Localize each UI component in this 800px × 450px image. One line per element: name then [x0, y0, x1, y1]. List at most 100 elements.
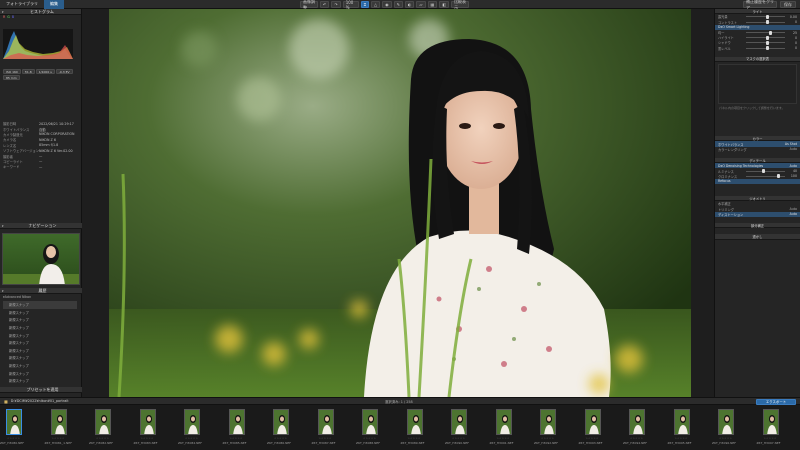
filmstrip-thumbnail[interactable]: ☆☆☆☆☆ Z6T_H3088.NEF: [356, 408, 400, 448]
filmstrip-toolbar: ■ D:¥DCIM¥2022¥nikon¥01_portrait 選択済み: 1…: [0, 397, 800, 405]
redeye-icon[interactable]: ◉: [382, 1, 392, 8]
preset-group[interactable]: ▾ Advanced Nikon: [0, 294, 82, 299]
luminance-slider[interactable]: [746, 169, 785, 174]
grid-icon[interactable]: ▦: [427, 1, 438, 8]
rating-stars[interactable]: ☆☆☆☆☆: [7, 437, 20, 440]
thumbnail-image: [362, 409, 378, 435]
filmstrip-thumbnail[interactable]: ☆☆☆☆☆ Z6T_H3082.NEF: [89, 408, 133, 448]
rating-stars[interactable]: ☆☆☆☆☆: [230, 437, 243, 440]
thumbnail-filename: Z6T_H3095.NEF: [667, 441, 692, 445]
thumbnail-filename: Z6T_H3088.NEF: [356, 441, 381, 445]
compare-button[interactable]: 比較表示: [451, 0, 470, 10]
distortion-row[interactable]: ディストーション Auto: [715, 211, 800, 217]
edit-mode-button[interactable]: 画像調整: [300, 0, 318, 10]
filmstrip-thumbnail[interactable]: ☆☆☆☆☆ Z6T_H3086.NEF: [267, 408, 311, 448]
filmstrip-thumbnail[interactable]: ☆☆☆☆☆ Z6T_H3094.NEF: [623, 408, 667, 448]
selection-count: 選択済み: 1 / 258: [385, 399, 413, 404]
perspective-icon[interactable]: ▱: [416, 1, 426, 8]
apply-preset-button[interactable]: プリセットを適用: [0, 387, 82, 393]
mask-selection-header[interactable]: マスクの選択表: [715, 56, 800, 63]
rating-stars[interactable]: ☆☆☆☆☆: [274, 437, 287, 440]
local-adjust-icon[interactable]: ◐: [404, 1, 415, 8]
mask-preview-area: [718, 64, 797, 105]
navigator-thumbnail[interactable]: [2, 233, 80, 285]
history-item[interactable]: 新規スナップ: [3, 354, 77, 362]
histogram-header[interactable]: ▾ ヒストグラム: [0, 9, 81, 15]
filmstrip-thumbnail[interactable]: ☆☆☆☆☆ Z6T_H3095.NEF: [668, 408, 712, 448]
rating-stars[interactable]: ☆☆☆☆☆: [141, 437, 154, 440]
thumbnail-image: [228, 409, 245, 435]
folder-icon[interactable]: ■: [4, 399, 8, 404]
history-item[interactable]: 新規スナップ: [3, 316, 77, 324]
zoom-select[interactable]: 100 %: [342, 0, 359, 10]
filmstrip-thumbnail[interactable]: ☆☆☆☆☆ Z6T_H3096.NEF: [712, 408, 756, 448]
tab-photo-library[interactable]: フォトライブラリ: [0, 0, 44, 9]
filmstrip-thumbnail[interactable]: ☆☆☆☆☆ Z6T_H3085.NEF: [223, 408, 267, 448]
tab-edit[interactable]: 編集: [44, 0, 64, 9]
history-item[interactable]: 新規スナップ: [3, 324, 77, 332]
crop-icon[interactable]: ⌗: [360, 1, 369, 8]
rating-stars[interactable]: ☆☆☆☆☆: [185, 437, 198, 440]
black-level-slider[interactable]: [746, 46, 785, 51]
filmstrip-thumbnail[interactable]: ☆☆☆☆☆ Z6T_H3087.NEF: [312, 408, 356, 448]
rgb-label-b: B: [11, 15, 15, 19]
color-rendering-row[interactable]: カラーレンダリング Auto: [715, 147, 800, 152]
shadow-slider[interactable]: [746, 40, 785, 45]
exposure-slider[interactable]: [746, 14, 785, 19]
filmstrip-thumbnail[interactable]: ☆☆☆☆☆ Z6T_H3093.NEF: [579, 408, 623, 448]
navigator-header[interactable]: ▾ ナビゲーション: [0, 223, 82, 229]
filmstrip-thumbnail[interactable]: ☆☆☆☆☆ Z6T_H3081_1.NEF: [45, 408, 89, 448]
focal-badge: 85 mm: [3, 75, 20, 80]
history-item[interactable]: 新規スナップ: [3, 309, 77, 317]
repair-icon[interactable]: ✎: [393, 1, 403, 8]
filmstrip-thumbnail[interactable]: ☆☆☆☆☆ Z6T_H3097.NEF: [757, 408, 800, 448]
export-button[interactable]: エクスポート: [756, 398, 796, 405]
history-list: 新規スナップ 新規スナップ 新規スナップ 新規スナップ 新規スナップ 新規スナッ…: [3, 301, 77, 385]
uniform-slider[interactable]: [746, 30, 785, 35]
highlight-slider[interactable]: [746, 35, 785, 40]
rating-stars[interactable]: ☆☆☆☆☆: [630, 437, 643, 440]
mask-icon[interactable]: ◧: [439, 1, 450, 8]
filmstrip-thumbnail[interactable]: ☆☆☆☆☆ Z6T_H3090.NEF: [445, 408, 489, 448]
filmstrip-thumbnail[interactable]: ☆☆☆☆☆ Z6T_H3080.NEF: [0, 408, 44, 448]
section-watermark-header[interactable]: 透かし: [715, 234, 800, 240]
rating-stars[interactable]: ☆☆☆☆☆: [408, 437, 421, 440]
straighten-icon[interactable]: △: [370, 1, 381, 8]
history-item[interactable]: 新規スナップ: [3, 377, 77, 385]
thumbnail-image: [540, 409, 556, 435]
filmstrip-thumbnail[interactable]: ☆☆☆☆☆ Z6T_H3089.NEF: [401, 408, 445, 448]
history-item[interactable]: 新規スナップ: [3, 369, 77, 377]
history-item[interactable]: 新規スナップ: [3, 339, 77, 347]
redo-icon[interactable]: ↷: [331, 1, 341, 8]
rating-stars[interactable]: ☆☆☆☆☆: [764, 437, 777, 440]
rating-stars[interactable]: ☆☆☆☆☆: [675, 437, 688, 440]
history-item[interactable]: 新規スナップ: [3, 331, 77, 339]
rating-stars[interactable]: ☆☆☆☆☆: [52, 437, 65, 440]
folder-path[interactable]: D:¥DCIM¥2022¥nikon¥01_portrait: [11, 399, 69, 403]
clear-history-button[interactable]: 補正履歴をクリア: [743, 0, 777, 10]
filmstrip-thumbnail[interactable]: ☆☆☆☆☆ Z6T_H3083.NEF: [134, 408, 178, 448]
chrominance-slider[interactable]: [746, 174, 785, 179]
filmstrip-thumbnail[interactable]: ☆☆☆☆☆ Z6T_H3092.NEF: [534, 408, 578, 448]
thumbnail-image: [718, 409, 734, 435]
history-item[interactable]: 新規スナップ: [3, 347, 77, 355]
rating-stars[interactable]: ☆☆☆☆☆: [719, 437, 732, 440]
history-item[interactable]: 新規スナップ: [3, 301, 77, 309]
portrait-photo: [109, 9, 691, 397]
rating-stars[interactable]: ☆☆☆☆☆: [319, 437, 332, 440]
filmstrip-thumbnail[interactable]: ☆☆☆☆☆ Z6T_H3091.NEF: [490, 408, 534, 448]
info-row: 撮影日時 2022/06/21 10:29:17: [3, 121, 74, 127]
rating-stars[interactable]: ☆☆☆☆☆: [541, 437, 554, 440]
undo-icon[interactable]: ↶: [320, 1, 330, 8]
history-item[interactable]: 新規スナップ: [3, 362, 77, 370]
rating-stars[interactable]: ☆☆☆☆☆: [452, 437, 465, 440]
rating-stars[interactable]: ☆☆☆☆☆: [586, 437, 599, 440]
rating-stars[interactable]: ☆☆☆☆☆: [497, 437, 510, 440]
rating-stars[interactable]: ☆☆☆☆☆: [363, 437, 376, 440]
main-photo-canvas[interactable]: [109, 9, 691, 397]
contrast-slider[interactable]: [746, 20, 785, 25]
filmstrip-thumbnail[interactable]: ☆☆☆☆☆ Z6T_H3084.NEF: [178, 408, 222, 448]
thumbnail-image: [317, 409, 334, 435]
save-button[interactable]: 保存: [780, 1, 796, 8]
rating-stars[interactable]: ☆☆☆☆☆: [96, 437, 109, 440]
